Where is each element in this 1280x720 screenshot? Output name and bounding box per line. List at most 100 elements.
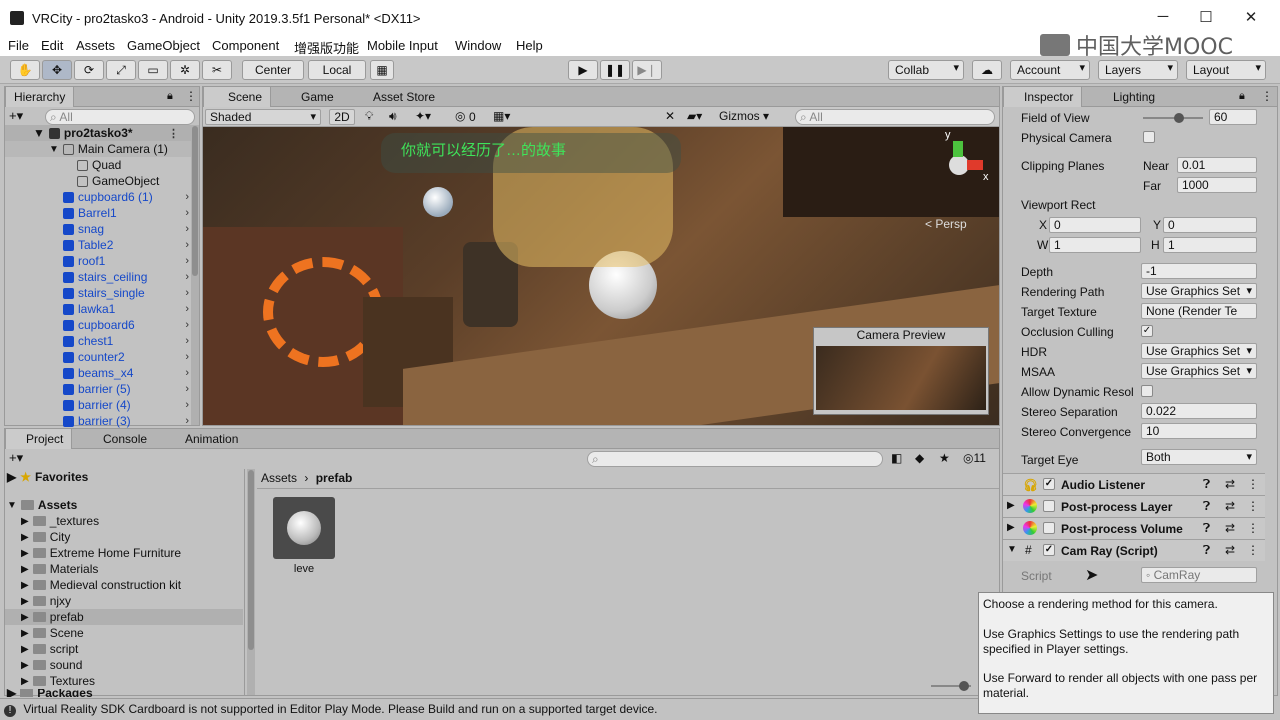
- folder-item[interactable]: ▶ Textures: [5, 673, 243, 689]
- breadcrumb-assets[interactable]: Assets: [261, 471, 297, 485]
- project-search-input[interactable]: ⌕: [587, 451, 883, 467]
- hierarchy-item[interactable]: counter2 ›: [5, 349, 195, 365]
- move-tool-icon[interactable]: ✥: [42, 60, 72, 80]
- w-field[interactable]: 1: [1049, 237, 1141, 253]
- depth-field[interactable]: -1: [1141, 263, 1257, 279]
- chevron-right-icon[interactable]: ›: [185, 351, 189, 363]
- component-enable-checkbox[interactable]: ✓: [1043, 478, 1055, 490]
- expand-icon[interactable]: ▶: [21, 516, 29, 527]
- grid-icon[interactable]: ▦▾: [493, 109, 510, 123]
- help-icon[interactable]: ❓︎: [1203, 499, 1210, 514]
- menu-component[interactable]: Component: [212, 38, 279, 53]
- tab-lighting[interactable]: Lighting: [1093, 87, 1163, 107]
- transform-tool-icon[interactable]: ✲: [170, 60, 200, 80]
- audio-toggle-icon[interactable]: 🔊︎: [389, 109, 397, 124]
- rotate-tool-icon[interactable]: ⟳: [74, 60, 104, 80]
- status-bar[interactable]: ! Virtual Reality SDK Cardboard is not s…: [0, 698, 978, 720]
- tab-game[interactable]: Game: [277, 87, 342, 107]
- step-button[interactable]: ▶❘: [632, 60, 662, 80]
- dynamic-res-checkbox[interactable]: [1141, 385, 1153, 397]
- expand-icon[interactable]: ▶: [21, 548, 29, 559]
- fov-field[interactable]: 60: [1209, 109, 1257, 125]
- x-axis-cone[interactable]: [967, 160, 983, 170]
- chevron-right-icon[interactable]: ›: [185, 399, 189, 411]
- scale-tool-icon[interactable]: ⤢: [106, 60, 136, 80]
- gameobject-row[interactable]: GameObject: [5, 173, 195, 189]
- asset-thumbnail[interactable]: [273, 497, 335, 559]
- msaa-dropdown[interactable]: Use Graphics Set: [1141, 363, 1257, 379]
- component-enable-checkbox[interactable]: [1043, 500, 1055, 512]
- chevron-right-icon[interactable]: ›: [185, 239, 189, 251]
- chevron-right-icon[interactable]: ›: [185, 255, 189, 267]
- component-menu-icon[interactable]: ⋮: [1247, 499, 1259, 513]
- hierarchy-item[interactable]: Table2 ›: [5, 237, 195, 253]
- y-field[interactable]: 0: [1163, 217, 1257, 233]
- hierarchy-item[interactable]: cupboard6 (1) ›: [5, 189, 195, 205]
- h-field[interactable]: 1: [1163, 237, 1257, 253]
- tab-animation[interactable]: Animation: [165, 429, 246, 449]
- custom-tool-icon[interactable]: ✂: [202, 60, 232, 80]
- pivot-center-button[interactable]: Center: [242, 60, 304, 80]
- close-icon[interactable]: ✕: [1241, 8, 1261, 26]
- scene-viewport[interactable]: 你就可以经历了…的故事 y x < Persp Camera Preview: [203, 127, 999, 425]
- hierarchy-item[interactable]: snag ›: [5, 221, 195, 237]
- camera-row[interactable]: ▼ Main Camera (1): [5, 141, 195, 157]
- favorites-row[interactable]: ▶ ★ Favorites: [5, 469, 195, 485]
- scrollbar-thumb[interactable]: [248, 470, 254, 650]
- asset-name[interactable]: leve: [273, 563, 335, 575]
- hierarchy-item[interactable]: beams_x4 ›: [5, 365, 195, 381]
- chevron-right-icon[interactable]: ›: [185, 367, 189, 379]
- tree-scrollbar[interactable]: [247, 469, 255, 695]
- preset-icon[interactable]: ⇄: [1225, 477, 1235, 491]
- hdr-dropdown[interactable]: Use Graphics Set: [1141, 343, 1257, 359]
- slider-thumb[interactable]: [1174, 113, 1184, 123]
- expand-icon[interactable]: ▶: [21, 580, 29, 591]
- chevron-right-icon[interactable]: ›: [185, 319, 189, 331]
- hierarchy-item[interactable]: stairs_ceiling ›: [5, 269, 195, 285]
- persp-label[interactable]: < Persp: [925, 217, 967, 231]
- expand-icon[interactable]: ▶: [21, 644, 29, 655]
- grid-snap-icon[interactable]: ▦: [370, 60, 394, 80]
- expand-icon[interactable]: ▼: [1007, 544, 1017, 555]
- component-menu-icon[interactable]: ⋮: [1247, 543, 1259, 557]
- physical-camera-checkbox[interactable]: [1143, 131, 1155, 143]
- lighting-toggle-icon[interactable]: 💡︎: [365, 109, 373, 124]
- far-field[interactable]: 1000: [1177, 177, 1257, 193]
- hierarchy-item[interactable]: cupboard6 ›: [5, 317, 195, 333]
- pause-button[interactable]: ❚❚: [600, 60, 630, 80]
- y-axis-cone[interactable]: [953, 141, 963, 157]
- expand-icon[interactable]: ▶: [1007, 500, 1015, 511]
- gizmo-center[interactable]: [949, 155, 969, 175]
- maximize-icon[interactable]: ☐: [1196, 8, 1216, 26]
- folder-item[interactable]: ▶ prefab: [5, 609, 243, 625]
- folder-item[interactable]: ▶ Medieval construction kit: [5, 577, 243, 593]
- fov-slider[interactable]: [1143, 113, 1203, 123]
- expand-icon[interactable]: ▶: [21, 564, 29, 575]
- preset-icon[interactable]: ⇄: [1225, 521, 1235, 535]
- layout-dropdown[interactable]: Layout: [1186, 60, 1266, 80]
- packages-row[interactable]: ▶ Packages: [5, 689, 195, 697]
- scrollbar-thumb[interactable]: [192, 126, 198, 276]
- effects-toggle-icon[interactable]: ✦▾: [415, 109, 431, 123]
- x-field[interactable]: 0: [1049, 217, 1141, 233]
- menu-dots-icon[interactable]: ⋮: [185, 89, 197, 103]
- stereo-conv-field[interactable]: 10: [1141, 423, 1257, 439]
- folder-item[interactable]: ▶ _textures: [5, 513, 243, 529]
- assets-row[interactable]: ▼ Assets: [5, 497, 195, 513]
- menu-window[interactable]: Window: [455, 38, 501, 53]
- tab-console[interactable]: Console: [83, 429, 155, 449]
- filter-label-icon[interactable]: ◆: [915, 451, 924, 465]
- folder-item[interactable]: ▶ sound: [5, 657, 243, 673]
- target-texture-field[interactable]: None (Render Te: [1141, 303, 1257, 319]
- tab-inspector[interactable]: Inspector: [1003, 87, 1083, 107]
- preset-icon[interactable]: ⇄: [1225, 543, 1235, 557]
- tab-asset-store[interactable]: Asset Store: [349, 87, 443, 107]
- component-menu-icon[interactable]: ⋮: [1247, 521, 1259, 535]
- preset-icon[interactable]: ⇄: [1225, 499, 1235, 513]
- hierarchy-search-input[interactable]: ⌕ All: [45, 109, 195, 125]
- favorite-star-icon[interactable]: ★: [939, 451, 950, 465]
- hidden-objects-icon[interactable]: ◎: [455, 109, 465, 123]
- chevron-right-icon[interactable]: ›: [185, 207, 189, 219]
- folder-item[interactable]: ▶ Scene: [5, 625, 243, 641]
- lock-icon[interactable]: 🔒︎: [167, 90, 173, 103]
